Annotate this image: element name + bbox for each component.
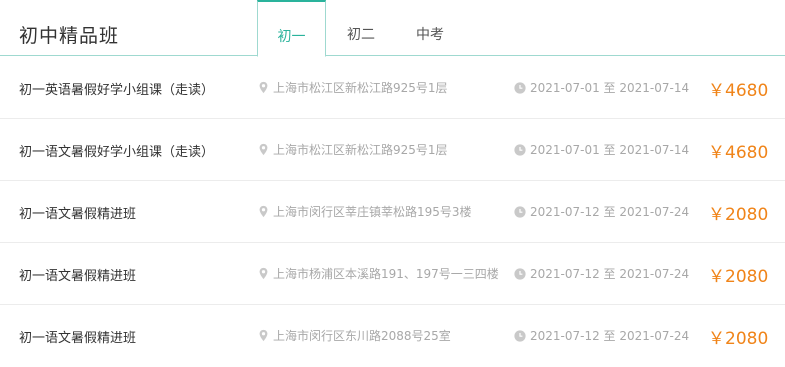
course-price: ￥2080 (708, 267, 769, 287)
page-title: 初中精品班 (19, 25, 120, 47)
course-address: 上海市闵行区东川路2088号25室 (257, 327, 451, 344)
tab-grade-2[interactable]: 初二 (334, 0, 388, 56)
course-price: ￥4680 (708, 81, 769, 101)
course-name[interactable]: 初一语文暑假精进班 (19, 327, 136, 346)
course-row[interactable]: 初一英语暑假好学小组课（走读） 上海市松江区新松江路925号1层 2021-07… (0, 57, 785, 119)
location-pin-icon (259, 267, 268, 280)
course-row[interactable]: 初一语文暑假精进班 上海市杨浦区本溪路191、197号一三四楼 2021-07-… (0, 243, 785, 305)
location-pin-icon (259, 81, 268, 94)
date-text: 2021-07-12 至 2021-07-24 (530, 267, 690, 281)
address-text: 上海市闵行区莘庄镇莘松路195号3楼 (273, 205, 472, 219)
course-date: 2021-07-12 至 2021-07-24 (514, 327, 689, 344)
clock-icon (514, 267, 526, 280)
course-row[interactable]: 初一语文暑假精进班 上海市闵行区莘庄镇莘松路195号3楼 2021-07-12 … (0, 181, 785, 243)
course-date: 2021-07-12 至 2021-07-24 (514, 203, 689, 220)
course-price: ￥2080 (708, 205, 769, 225)
course-address: 上海市松江区新松江路925号1层 (257, 141, 448, 158)
course-date: 2021-07-01 至 2021-07-14 (514, 141, 689, 158)
address-text: 上海市松江区新松江路925号1层 (273, 143, 448, 157)
tab-grade-1[interactable]: 初一 (257, 0, 326, 57)
date-text: 2021-07-12 至 2021-07-24 (530, 329, 690, 343)
course-row[interactable]: 初一语文暑假好学小组课（走读） 上海市松江区新松江路925号1层 2021-07… (0, 119, 785, 181)
course-date: 2021-07-01 至 2021-07-14 (514, 79, 689, 96)
location-pin-icon (259, 329, 268, 342)
course-name[interactable]: 初一英语暑假好学小组课（走读） (19, 79, 214, 98)
tab-zhongkao[interactable]: 中考 (398, 0, 462, 56)
address-text: 上海市闵行区东川路2088号25室 (273, 329, 451, 343)
address-text: 上海市松江区新松江路925号1层 (273, 81, 448, 95)
clock-icon (514, 329, 526, 342)
date-text: 2021-07-01 至 2021-07-14 (530, 143, 690, 157)
clock-icon (514, 205, 526, 218)
course-price: ￥4680 (708, 143, 769, 163)
course-address: 上海市杨浦区本溪路191、197号一三四楼 (257, 265, 499, 282)
course-price: ￥2080 (708, 329, 769, 349)
header: 初中精品班 初一 初二 中考 (0, 0, 785, 57)
course-row[interactable]: 初一语文暑假精进班 上海市闵行区东川路2088号25室 2021-07-12 至… (0, 305, 785, 367)
location-pin-icon (259, 143, 268, 156)
clock-icon (514, 143, 526, 156)
location-pin-icon (259, 205, 268, 218)
course-date: 2021-07-12 至 2021-07-24 (514, 265, 689, 282)
course-address: 上海市闵行区莘庄镇莘松路195号3楼 (257, 203, 472, 220)
course-name[interactable]: 初一语文暑假精进班 (19, 265, 136, 284)
course-address: 上海市松江区新松江路925号1层 (257, 79, 448, 96)
date-text: 2021-07-12 至 2021-07-24 (530, 205, 690, 219)
course-name[interactable]: 初一语文暑假精进班 (19, 203, 136, 222)
date-text: 2021-07-01 至 2021-07-14 (530, 81, 690, 95)
address-text: 上海市杨浦区本溪路191、197号一三四楼 (273, 267, 499, 281)
course-name[interactable]: 初一语文暑假好学小组课（走读） (19, 141, 214, 160)
clock-icon (514, 81, 526, 94)
